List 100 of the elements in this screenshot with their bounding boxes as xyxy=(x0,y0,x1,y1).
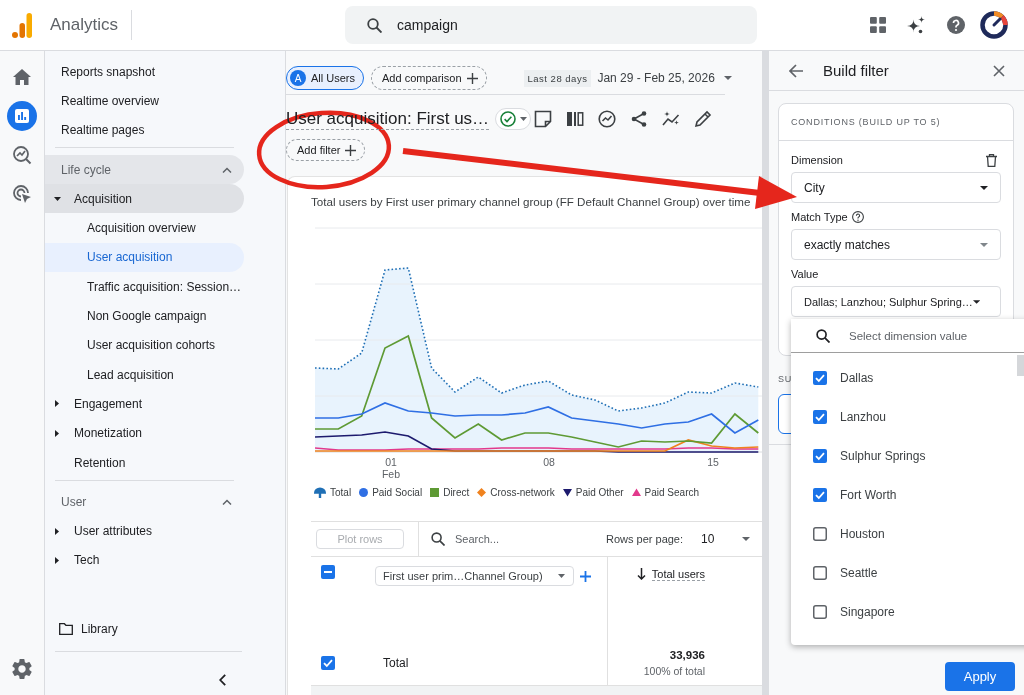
status-chip[interactable] xyxy=(495,108,532,130)
segment-chip[interactable]: A All Users xyxy=(286,66,364,90)
nav-item[interactable]: User acquisition xyxy=(45,242,244,273)
panel-title: Build filter xyxy=(823,62,889,79)
checkbox[interactable] xyxy=(321,656,335,670)
table-cell: 100% of total xyxy=(643,665,705,677)
checkbox[interactable] xyxy=(813,370,827,385)
nav-item[interactable]: Reports snapshot xyxy=(45,57,244,87)
axis-label: 08 xyxy=(543,456,555,468)
target-cursor-icon[interactable] xyxy=(12,184,32,204)
nav-item[interactable]: Acquisition overview xyxy=(45,213,244,243)
close-icon[interactable] xyxy=(993,64,1005,77)
trash-icon[interactable] xyxy=(986,153,997,167)
search-icon xyxy=(816,329,830,343)
chevron-left-icon[interactable] xyxy=(219,674,226,686)
bar-chart-logo-icon[interactable] xyxy=(12,12,32,38)
dropdown-field[interactable]: exactly matches xyxy=(791,229,1001,260)
option-item[interactable]: Dallas xyxy=(791,358,1024,397)
date-range-button[interactable]: Jan 29 - Feb 25, 2026 xyxy=(597,71,732,85)
option-item[interactable]: Houston xyxy=(791,514,1024,553)
caret-down-icon xyxy=(980,242,988,247)
legend-label: Paid Search xyxy=(644,486,700,498)
plus-icon xyxy=(466,72,478,84)
nav-item[interactable]: Monetization xyxy=(45,418,244,448)
checkbox[interactable] xyxy=(813,487,827,502)
bar-chart-icon[interactable] xyxy=(7,101,37,131)
nav-section-header[interactable]: Life cycle xyxy=(45,154,244,185)
trend-sparkle-icon[interactable] xyxy=(662,110,681,128)
dropdown-field[interactable]: City xyxy=(791,172,1001,203)
conditions-heading: CONDITIONS (BUILD UP TO 5) xyxy=(779,104,1013,141)
rows-per-page-select[interactable]: 10 xyxy=(701,532,751,546)
pencil-icon[interactable] xyxy=(694,110,713,128)
dimension-value-search-field[interactable]: Select dimension value xyxy=(791,319,1024,353)
nav-item[interactable]: Tech xyxy=(45,545,244,576)
caret-down-icon xyxy=(980,185,988,190)
nav-item[interactable]: Engagement xyxy=(45,389,244,419)
option-item[interactable]: Lanzhou xyxy=(791,397,1024,436)
plus-icon[interactable] xyxy=(580,570,591,582)
table-cell: 33,936 xyxy=(669,649,705,661)
column-header[interactable]: Total users xyxy=(636,567,705,581)
scrollbar[interactable] xyxy=(1017,355,1024,376)
nav-item[interactable]: Realtime overview xyxy=(45,86,244,116)
plus-icon xyxy=(345,144,357,156)
help-icon[interactable] xyxy=(851,211,864,223)
nav-item[interactable]: Non Google campaign xyxy=(45,301,244,331)
insights-icon[interactable] xyxy=(598,110,617,128)
legend-label: Paid Social xyxy=(372,486,423,498)
nav-item[interactable]: Library xyxy=(45,614,244,644)
search-icon xyxy=(431,532,445,546)
help-icon[interactable] xyxy=(947,16,965,34)
apps-grid-icon[interactable] xyxy=(870,17,886,33)
nav-item[interactable]: User attributes xyxy=(45,516,244,546)
check-circle-icon xyxy=(500,111,517,127)
dropdown-field[interactable]: Dallas; Lanzhou; Sulphur Spring… xyxy=(791,286,1001,317)
option-item[interactable]: Sulphur Springs xyxy=(791,436,1024,475)
nav-item[interactable]: Lead acquisition xyxy=(45,359,244,390)
checkbox[interactable] xyxy=(813,526,827,541)
field-label: Match Type xyxy=(791,211,848,223)
legend-label: Cross-network xyxy=(490,486,555,498)
caret-down-icon xyxy=(520,117,528,121)
gauge-logo-icon[interactable] xyxy=(980,11,1008,39)
segment-avatar: A xyxy=(290,70,306,86)
share-icon[interactable] xyxy=(630,110,649,128)
field-label: Dimension xyxy=(791,154,843,166)
note-icon[interactable] xyxy=(534,110,553,128)
nav-item[interactable]: Realtime pages xyxy=(45,115,244,145)
chart-title: Total users by First user primary channel group (FF Default Channel Group) over time xyxy=(311,194,752,210)
nav-item[interactable]: Traffic acquisition: Session… xyxy=(45,272,244,302)
option-item[interactable]: Fort Worth xyxy=(791,475,1024,514)
apply-button[interactable]: Apply xyxy=(945,662,1015,691)
checkbox[interactable] xyxy=(321,565,335,579)
compare-columns-icon[interactable] xyxy=(566,110,585,128)
checkbox[interactable] xyxy=(813,409,827,424)
back-arrow-icon[interactable] xyxy=(789,63,803,78)
scrollbar[interactable] xyxy=(762,51,768,695)
legend-label: Direct xyxy=(443,486,470,498)
caret-down-icon xyxy=(742,537,751,541)
section-heading: SU xyxy=(778,373,793,385)
dimension-select[interactable]: First user prim…Channel Group) xyxy=(375,566,574,586)
table-search-field[interactable]: Search... xyxy=(419,522,594,556)
checkbox[interactable] xyxy=(813,604,827,619)
checkbox[interactable] xyxy=(813,565,827,580)
app-name: Analytics xyxy=(50,15,119,35)
checkbox[interactable] xyxy=(813,448,827,463)
settings-icon[interactable] xyxy=(12,659,32,679)
option-item[interactable]: Seattle xyxy=(791,553,1024,592)
field-label: Value xyxy=(791,268,819,280)
nav-item[interactable]: Retention xyxy=(45,447,244,478)
sparkle-icon[interactable] xyxy=(907,16,925,34)
trend-magnifier-icon[interactable] xyxy=(12,145,32,165)
axis-label: 01 xyxy=(385,456,397,468)
nav-item[interactable]: User acquisition cohorts xyxy=(45,330,244,360)
nav-section-header[interactable]: User xyxy=(45,487,244,517)
home-icon[interactable] xyxy=(12,67,32,87)
axis-label: 15 xyxy=(707,456,719,468)
nav-item[interactable]: Acquisition xyxy=(45,184,244,214)
search-icon xyxy=(367,17,382,33)
option-item[interactable]: Singapore xyxy=(791,592,1024,631)
folder-icon xyxy=(59,623,73,636)
top-search-field[interactable]: campaign xyxy=(345,6,757,44)
